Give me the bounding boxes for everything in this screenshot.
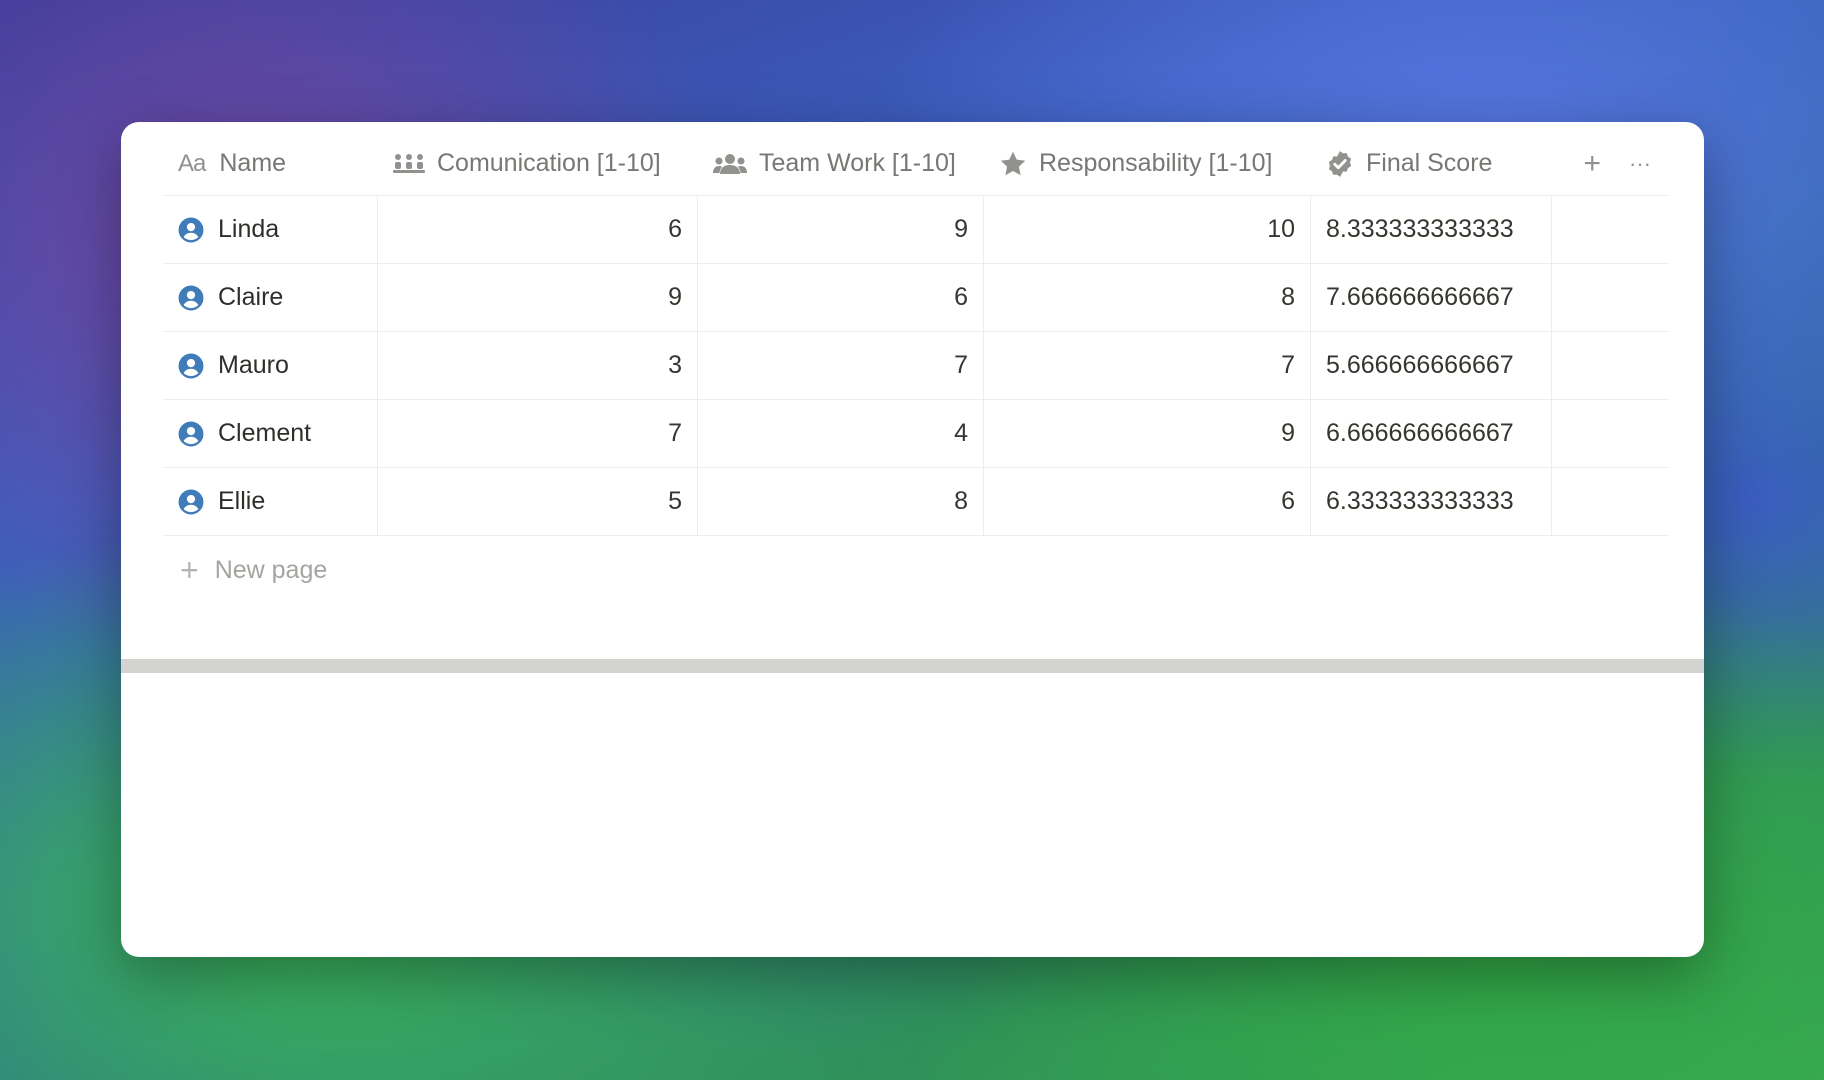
column-header-label: Comunication [1-10] xyxy=(437,149,661,177)
column-header-actions: + ··· xyxy=(1552,132,1669,195)
comunication-cell[interactable]: 7 xyxy=(378,400,698,467)
row-name: Clement xyxy=(218,419,312,447)
person-icon xyxy=(178,285,204,310)
final-score-cell[interactable]: 7.666666666667 xyxy=(1311,264,1552,331)
comunication-cell[interactable]: 9 xyxy=(378,264,698,331)
name-cell[interactable]: Mauro xyxy=(163,332,378,399)
column-header-label: Name xyxy=(219,149,287,177)
plus-icon: + xyxy=(180,551,199,588)
final-score-cell[interactable]: 6.333333333333 xyxy=(1311,468,1552,535)
row-name: Linda xyxy=(218,215,280,243)
table-row[interactable]: Claire 9 6 8 7.666666666667 xyxy=(163,264,1669,332)
row-name: Claire xyxy=(218,283,284,311)
final-score-cell[interactable]: 8.333333333333 xyxy=(1311,196,1552,263)
empty-cell xyxy=(1552,264,1669,331)
responsability-cell[interactable]: 8 xyxy=(984,264,1311,331)
team-work-cell[interactable]: 4 xyxy=(698,400,984,467)
comunication-cell[interactable]: 3 xyxy=(378,332,698,399)
new-page-button[interactable]: + New page xyxy=(163,536,1669,604)
name-cell[interactable]: Linda xyxy=(163,196,378,263)
person-icon xyxy=(178,489,204,514)
star-icon xyxy=(1000,151,1026,175)
table-header: Aa Name Comunication [1-10] Team Work [1… xyxy=(163,132,1669,196)
table-row[interactable]: Linda 6 9 10 8.333333333333 xyxy=(163,196,1669,264)
more-options-button[interactable]: ··· xyxy=(1629,152,1651,175)
column-header-responsability[interactable]: Responsability [1-10] xyxy=(984,132,1311,195)
column-header-name[interactable]: Aa Name xyxy=(163,132,378,195)
column-header-comunication[interactable]: Comunication [1-10] xyxy=(378,132,698,195)
responsability-cell[interactable]: 7 xyxy=(984,332,1311,399)
column-header-label: Final Score xyxy=(1366,149,1493,177)
text-aa-icon: Aa xyxy=(178,149,206,177)
comunication-cell[interactable]: 5 xyxy=(378,468,698,535)
people-icon xyxy=(713,153,747,174)
team-work-cell[interactable]: 8 xyxy=(698,468,984,535)
person-icon xyxy=(178,217,204,242)
new-page-label: New page xyxy=(214,555,328,584)
row-name: Mauro xyxy=(218,351,289,379)
verified-badge-icon xyxy=(1328,150,1352,177)
responsability-cell[interactable]: 9 xyxy=(984,400,1311,467)
add-column-button[interactable]: + xyxy=(1583,148,1601,179)
group-meeting-icon xyxy=(393,153,425,173)
responsability-cell[interactable]: 10 xyxy=(984,196,1311,263)
column-header-label: Team Work [1-10] xyxy=(759,149,956,177)
table-row[interactable]: Ellie 5 8 6 6.333333333333 xyxy=(163,468,1669,536)
name-cell[interactable]: Clement xyxy=(163,400,378,467)
table-row[interactable]: Mauro 3 7 7 5.666666666667 xyxy=(163,332,1669,400)
empty-cell xyxy=(1552,196,1669,263)
empty-cell xyxy=(1552,468,1669,535)
comunication-cell[interactable]: 6 xyxy=(378,196,698,263)
table-row[interactable]: Clement 7 4 9 6.666666666667 xyxy=(163,400,1669,468)
empty-cell xyxy=(1552,400,1669,467)
database-table: Aa Name Comunication [1-10] Team Work [1… xyxy=(163,132,1669,604)
name-cell[interactable]: Ellie xyxy=(163,468,378,535)
column-header-label: Responsability [1-10] xyxy=(1039,149,1273,177)
horizontal-scrollbar[interactable] xyxy=(121,659,1704,673)
responsability-cell[interactable]: 6 xyxy=(984,468,1311,535)
team-work-cell[interactable]: 6 xyxy=(698,264,984,331)
final-score-cell[interactable]: 6.666666666667 xyxy=(1311,400,1552,467)
person-icon xyxy=(178,421,204,446)
team-work-cell[interactable]: 7 xyxy=(698,332,984,399)
empty-cell xyxy=(1552,332,1669,399)
name-cell[interactable]: Claire xyxy=(163,264,378,331)
final-score-cell[interactable]: 5.666666666667 xyxy=(1311,332,1552,399)
team-work-cell[interactable]: 9 xyxy=(698,196,984,263)
database-window: Aa Name Comunication [1-10] Team Work [1… xyxy=(121,122,1704,957)
column-header-final-score[interactable]: Final Score xyxy=(1311,132,1552,195)
person-icon xyxy=(178,353,204,378)
column-header-team-work[interactable]: Team Work [1-10] xyxy=(698,132,984,195)
row-name: Ellie xyxy=(218,487,266,515)
